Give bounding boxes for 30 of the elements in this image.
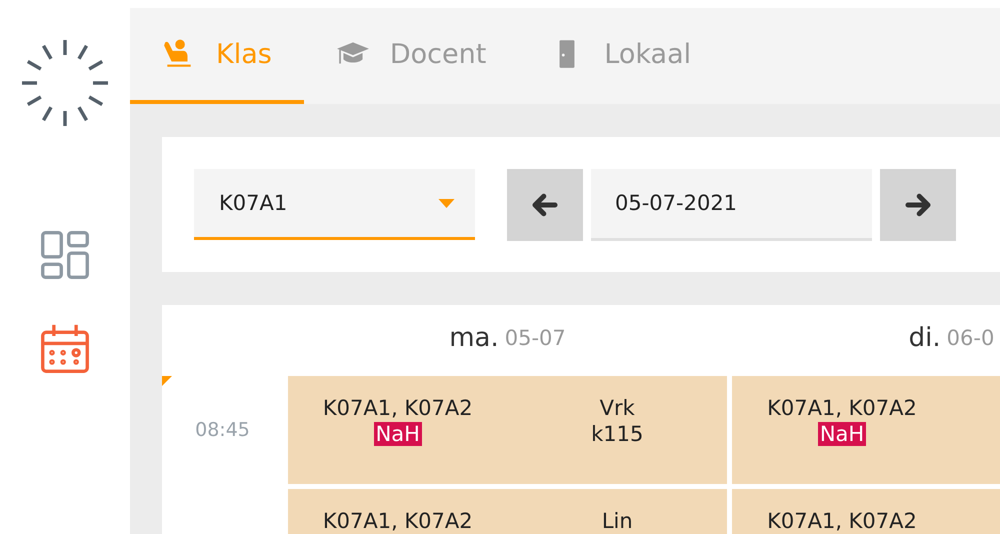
next-button[interactable] bbox=[880, 168, 956, 240]
lesson-block[interactable]: K07A1, K07A2 NaH bbox=[732, 376, 1000, 484]
time-marker bbox=[162, 376, 172, 386]
spinner-icon bbox=[19, 37, 111, 129]
lesson-tag: NaH bbox=[374, 422, 422, 446]
lesson-subject: Vrk bbox=[600, 396, 635, 420]
lesson-subject: Lin bbox=[602, 509, 633, 533]
lesson-block[interactable]: K07A1, K07A2 bbox=[732, 489, 1000, 534]
lesson-groups: K07A1, K07A2 bbox=[322, 396, 473, 420]
class-select[interactable]: K07A1 bbox=[194, 169, 475, 240]
sidebar-item[interactable] bbox=[39, 323, 91, 375]
dashboard-icon bbox=[39, 229, 91, 281]
day-date: 06-0 bbox=[946, 326, 994, 350]
day-name: di. bbox=[908, 323, 941, 353]
lesson-groups: K07A1, K07A2 bbox=[322, 509, 473, 533]
lesson-block[interactable]: K07A1, K07A2 Lin bbox=[288, 489, 727, 534]
lesson-block[interactable]: K07A1, K07A2 NaH Vrk k115 bbox=[288, 376, 727, 484]
previous-button[interactable] bbox=[507, 168, 583, 240]
day-name: ma. bbox=[449, 323, 499, 353]
lesson-room: k115 bbox=[591, 422, 644, 446]
caret-icon bbox=[438, 198, 455, 208]
lesson-tag: NaH bbox=[818, 422, 866, 446]
date-field[interactable]: 05-07-2021 bbox=[591, 168, 872, 240]
select-value: K07A1 bbox=[219, 191, 288, 215]
calendar-icon bbox=[39, 323, 91, 375]
sidebar-item[interactable] bbox=[39, 229, 91, 281]
lesson-groups: K07A1, K07A2 bbox=[767, 396, 917, 420]
day-date: 05-07 bbox=[504, 326, 566, 350]
time-label: 08:45 bbox=[195, 419, 250, 441]
lesson-groups: K07A1, K07A2 bbox=[767, 509, 917, 533]
